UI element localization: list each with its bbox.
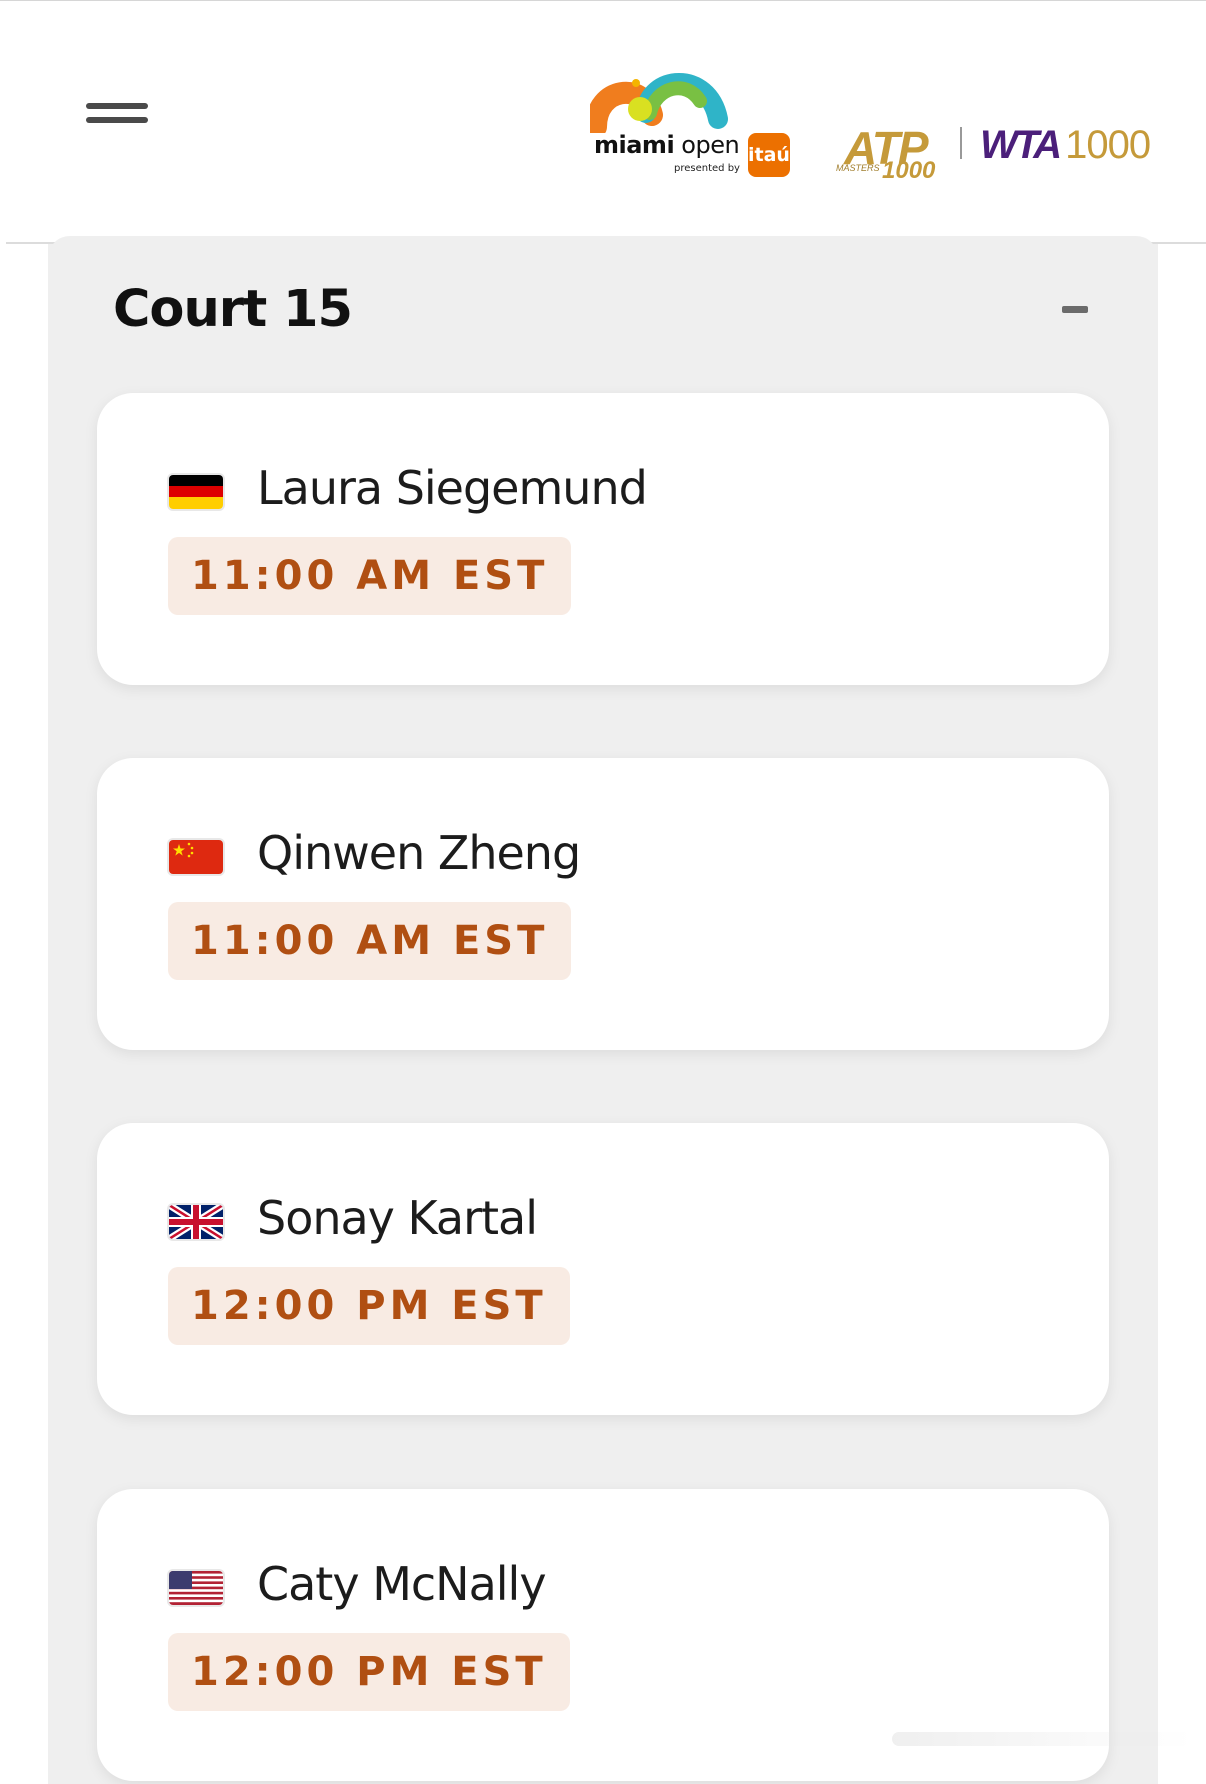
menu-bar-icon <box>86 103 148 109</box>
miami-open-wordmark: miami open <box>594 131 740 159</box>
match-time-badge: 11:00 AM EST <box>168 902 572 980</box>
atp-masters-1000-logo: ATP MASTERS 1000 <box>830 121 944 185</box>
germany-flag-icon <box>169 475 223 509</box>
presented-by-label: presented by <box>674 163 740 174</box>
menu-bar-icon <box>86 117 148 123</box>
atp-masters-label: MASTERS <box>836 163 880 173</box>
match-time-badge: 12:00 PM EST <box>168 1267 570 1345</box>
uk-flag-icon <box>169 1205 223 1239</box>
atp-1000-label: 1000 <box>882 157 936 184</box>
match-time-badge: 11:00 AM EST <box>168 537 572 615</box>
court-title: Court 15 <box>113 280 353 339</box>
wta-wordmark: WTA <box>980 123 1062 167</box>
player-name[interactable]: Qinwen Zheng <box>257 826 581 880</box>
match-card[interactable]: Sonay Kartal 12:00 PM EST <box>97 1123 1109 1415</box>
player-name[interactable]: Caty McNally <box>257 1557 547 1611</box>
watermark-overlay <box>892 1732 1192 1746</box>
player-name[interactable]: Sonay Kartal <box>257 1191 538 1245</box>
collapse-minus-icon[interactable] <box>1062 306 1088 313</box>
hamburger-menu-button[interactable] <box>86 101 150 131</box>
match-card[interactable]: Laura Siegemund 11:00 AM EST <box>97 393 1109 685</box>
site-header: miami open presented by itaú ATP MASTERS… <box>0 1 1206 243</box>
miami-open-arch-icon <box>590 73 728 133</box>
wta-1000-logo: WTA 1000 <box>980 123 1151 167</box>
china-flag-icon <box>169 840 223 874</box>
logo-divider <box>960 127 962 159</box>
player-name[interactable]: Laura Siegemund <box>257 461 648 515</box>
usa-flag-icon <box>169 1571 223 1605</box>
match-card[interactable]: Qinwen Zheng 11:00 AM EST <box>97 758 1109 1050</box>
itau-sponsor-logo: itaú <box>748 133 790 177</box>
match-time-badge: 12:00 PM EST <box>168 1633 570 1711</box>
wta-1000-label: 1000 <box>1065 123 1151 167</box>
